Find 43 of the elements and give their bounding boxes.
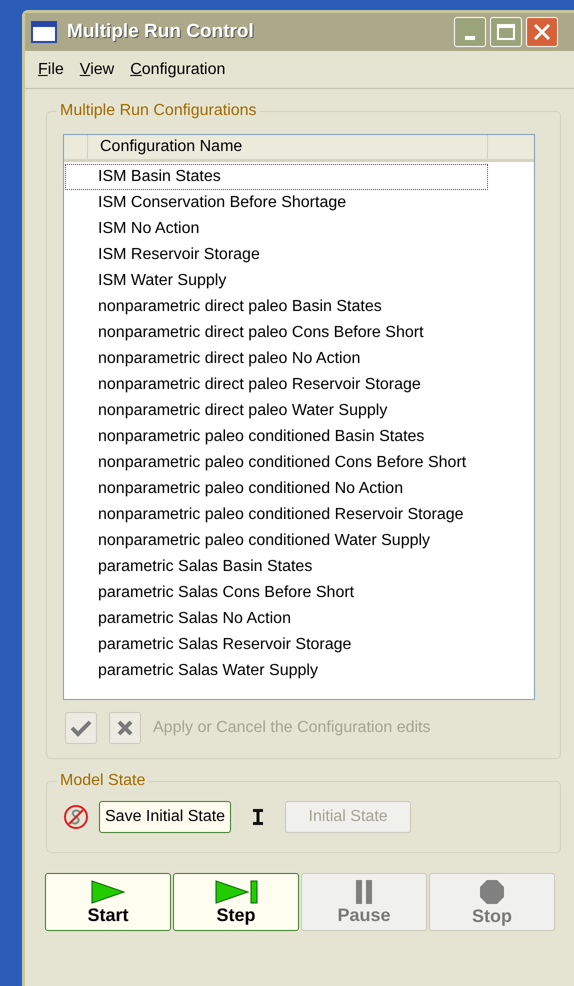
list-item[interactable]: ISM Conservation Before Shortage bbox=[65, 190, 488, 216]
list-item[interactable]: nonparametric direct paleo Reservoir Storage bbox=[65, 372, 488, 398]
list-item[interactable]: nonparametric paleo conditioned Basin States bbox=[65, 424, 488, 450]
run-button[interactable]: Start bbox=[45, 873, 171, 931]
close-icon bbox=[533, 23, 551, 41]
list-item[interactable]: parametric Salas Water Supply bbox=[65, 658, 488, 684]
minimize-button[interactable] bbox=[454, 17, 486, 47]
list-item[interactable]: nonparametric direct paleo Basin States bbox=[65, 294, 488, 320]
list-item[interactable]: ISM Reservoir Storage bbox=[65, 242, 488, 268]
maximize-button[interactable] bbox=[490, 17, 522, 47]
list-item[interactable]: ISM Water Supply bbox=[65, 268, 488, 294]
list-item[interactable]: ISM Basin States bbox=[65, 164, 488, 190]
list-item[interactable]: nonparametric paleo conditioned Water Supply bbox=[65, 528, 488, 554]
list-item[interactable]: nonparametric direct paleo Cons Before Short bbox=[65, 320, 488, 346]
no-save-icon bbox=[63, 804, 89, 830]
save-initial-state-button[interactable]: Save Initial State bbox=[99, 801, 232, 833]
window-title: Multiple Run Control bbox=[67, 20, 254, 44]
list-item[interactable]: ISM No Action bbox=[65, 216, 488, 242]
checkmark-icon bbox=[70, 719, 92, 737]
list-item[interactable]: nonparametric paleo conditioned Reservoir Storage bbox=[65, 502, 488, 528]
run-button[interactable]: Step bbox=[173, 873, 299, 931]
list-item[interactable]: nonparametric paleo conditioned Cons Before Short bbox=[65, 450, 488, 476]
list-item[interactable]: parametric Salas Reservoir Storage bbox=[65, 632, 488, 658]
play-icon bbox=[90, 880, 126, 904]
window-icon bbox=[31, 21, 57, 43]
close-button[interactable] bbox=[526, 17, 558, 47]
x-icon bbox=[116, 719, 134, 737]
list-item[interactable]: parametric Salas Basin States bbox=[65, 554, 488, 580]
pause-icon bbox=[354, 880, 374, 904]
list-item[interactable]: nonparametric direct paleo Water Supply bbox=[65, 398, 488, 424]
minimize-icon bbox=[465, 36, 475, 40]
menu-item[interactable]: Configuration bbox=[130, 58, 226, 82]
menu-item[interactable]: View bbox=[80, 58, 114, 82]
stop-icon bbox=[479, 879, 505, 905]
list-item[interactable]: nonparametric direct paleo No Action bbox=[65, 346, 488, 372]
hint-text: Apply or Cancel the Configuration edits bbox=[153, 718, 430, 738]
list-item[interactable]: parametric Salas Cons Before Short bbox=[65, 580, 488, 606]
menu-item[interactable]: File bbox=[38, 58, 64, 82]
maximize-icon bbox=[497, 24, 515, 40]
list-item[interactable]: nonparametric paleo conditioned No Action bbox=[65, 476, 488, 502]
cursor-icon bbox=[251, 809, 266, 825]
list-item[interactable]: parametric Salas No Action bbox=[65, 606, 488, 632]
step-forward-icon bbox=[214, 880, 258, 904]
